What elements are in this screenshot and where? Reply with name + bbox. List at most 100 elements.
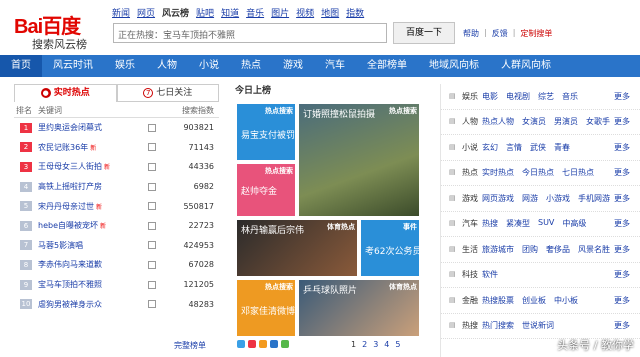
detail-icon[interactable] <box>148 300 156 309</box>
category-item-link[interactable]: 软件 <box>482 269 498 280</box>
nav-cars[interactable]: 汽车 <box>314 55 356 77</box>
more-link[interactable]: 更多 <box>614 91 634 102</box>
category-item-link[interactable]: 武侠 <box>530 142 546 153</box>
search-input[interactable]: 正在热搜：宝马车顶拍不雅照 <box>113 23 387 43</box>
category-item-link[interactable]: 电视剧 <box>506 91 530 102</box>
more-link[interactable]: 更多 <box>614 295 634 306</box>
category-item-link[interactable]: 青春 <box>554 142 570 153</box>
topnav-ranking[interactable]: 风云榜 <box>162 6 189 19</box>
category-label[interactable]: 热搜 <box>462 320 482 331</box>
table-row[interactable]: 9 宝马车顶拍不雅照 121205 <box>14 275 219 295</box>
category-label[interactable]: 热点 <box>462 167 482 178</box>
more-link[interactable]: 更多 <box>614 320 634 331</box>
detail-icon[interactable] <box>148 202 156 211</box>
category-item-link[interactable]: 女演员 <box>522 116 546 127</box>
topnav-news[interactable]: 新闻 <box>112 6 130 19</box>
keyword-link[interactable]: hebe自曝被宠坏新 <box>38 220 148 231</box>
nav-home[interactable]: 首页 <box>0 55 42 77</box>
card-1[interactable]: 热点搜索 易宝支付被罚 <box>237 104 295 160</box>
category-item-link[interactable]: 电影 <box>482 91 498 102</box>
category-item-link[interactable]: 团购 <box>522 244 538 255</box>
category-label[interactable]: 科技 <box>462 269 482 280</box>
category-item-link[interactable]: 网游 <box>522 193 538 204</box>
category-item-link[interactable]: 创业板 <box>522 295 546 306</box>
page-5[interactable]: 5 <box>395 340 400 349</box>
card-6[interactable]: 热点搜索 邓家佳清微博 <box>237 280 295 336</box>
category-label[interactable]: 人物 <box>462 116 482 127</box>
category-item-link[interactable]: 网页游戏 <box>482 193 514 204</box>
keyword-link[interactable]: 宋丹丹母亲过世新 <box>38 201 148 212</box>
card-4[interactable]: 体育热点 林丹输赢后宗伟 <box>237 220 357 276</box>
page-1[interactable]: 1 <box>351 340 356 349</box>
category-label[interactable]: 小说 <box>462 142 482 153</box>
detail-icon[interactable] <box>148 143 156 152</box>
card-3[interactable]: 热点搜索 赵帅夺金 <box>237 164 295 216</box>
category-label[interactable]: 娱乐 <box>462 91 482 102</box>
category-label[interactable]: 汽车 <box>462 218 482 229</box>
help-link[interactable]: 帮助 <box>463 28 479 39</box>
more-link[interactable]: 更多 <box>614 142 634 153</box>
category-item-link[interactable]: 中小板 <box>554 295 578 306</box>
category-item-link[interactable]: 热点人物 <box>482 116 514 127</box>
more-link[interactable]: 更多 <box>614 218 634 229</box>
topnav-index[interactable]: 指数 <box>346 6 364 19</box>
keyword-link[interactable]: 里约奥运会闭幕式 <box>38 122 148 133</box>
category-item-link[interactable]: 七日热点 <box>562 167 594 178</box>
detail-icon[interactable] <box>148 260 156 269</box>
weibo-icon[interactable] <box>248 340 256 348</box>
category-item-link[interactable]: 玄幻 <box>482 142 498 153</box>
category-item-link[interactable]: 综艺 <box>538 91 554 102</box>
category-item-link[interactable]: 旅游城市 <box>482 244 514 255</box>
topnav-image[interactable]: 图片 <box>271 6 289 19</box>
category-item-link[interactable]: 男演员 <box>554 116 578 127</box>
category-item-link[interactable]: 言情 <box>506 142 522 153</box>
nav-all-lists[interactable]: 全部榜单 <box>356 55 418 77</box>
douban-icon[interactable] <box>281 340 289 348</box>
page-3[interactable]: 3 <box>373 340 378 349</box>
table-row[interactable]: 7 马蓉5影演唱 424953 <box>14 236 219 256</box>
card-7[interactable]: 体育热点 乒乓球队照片 <box>299 280 419 336</box>
more-link[interactable]: 更多 <box>614 116 634 127</box>
page-2[interactable]: 2 <box>362 340 367 349</box>
nav-novel[interactable]: 小说 <box>188 55 230 77</box>
detail-icon[interactable] <box>148 123 156 132</box>
topnav-map[interactable]: 地图 <box>321 6 339 19</box>
topnav-music[interactable]: 音乐 <box>246 6 264 19</box>
nav-hot[interactable]: 热点 <box>230 55 272 77</box>
table-row[interactable]: 10 虐狗男被禅身示众 48283 <box>14 294 219 314</box>
search-button[interactable]: 百度一下 <box>393 22 455 44</box>
topnav-web[interactable]: 网页 <box>137 6 155 19</box>
category-item-link[interactable]: 今日热点 <box>522 167 554 178</box>
baidu-logo[interactable]: Bai百度 搜索风云榜 <box>14 8 114 52</box>
detail-icon[interactable] <box>148 182 156 191</box>
category-item-link[interactable]: SUV <box>538 218 554 229</box>
category-item-link[interactable]: 紧凑型 <box>506 218 530 229</box>
category-item-link[interactable]: 热搜 <box>482 218 498 229</box>
keyword-link[interactable]: 李赤伟向马来道歉 <box>38 259 148 270</box>
keyword-link[interactable]: 高铁上摇啦打产房 <box>38 181 148 192</box>
category-item-link[interactable]: 实时热点 <box>482 167 514 178</box>
category-item-link[interactable]: 风景名胜 <box>578 244 610 255</box>
category-item-link[interactable]: 音乐 <box>562 91 578 102</box>
category-label[interactable]: 游戏 <box>462 193 482 204</box>
tab-week[interactable]: 7 七日关注 <box>116 84 219 102</box>
page-4[interactable]: 4 <box>384 340 389 349</box>
table-row[interactable]: 2 农民记账36年新 71143 <box>14 138 219 158</box>
category-item-link[interactable]: 手机网游 <box>578 193 610 204</box>
card-5[interactable]: 事件 考62次公务员 <box>361 220 419 276</box>
table-row[interactable]: 6 hebe自曝被宠坏新 22723 <box>14 216 219 236</box>
category-item-link[interactable]: 中高级 <box>562 218 586 229</box>
tab-realtime[interactable]: ● 实时热点 <box>14 84 117 102</box>
keyword-link[interactable]: 马蓉5影演唱 <box>38 240 148 251</box>
category-label[interactable]: 生活 <box>462 244 482 255</box>
category-item-link[interactable]: 女歌手 <box>586 116 610 127</box>
table-row[interactable]: 4 高铁上摇啦打产房 6982 <box>14 177 219 197</box>
detail-icon[interactable] <box>148 280 156 289</box>
full-list-link[interactable]: 完整榜单 <box>174 340 206 351</box>
category-label[interactable]: 金融 <box>462 295 482 306</box>
renren-icon[interactable] <box>270 340 278 348</box>
card-2[interactable]: 热点搜索 订婚照撞松鼠拍摄 <box>299 104 419 216</box>
nav-region[interactable]: 地域风向标 <box>418 55 490 77</box>
keyword-link[interactable]: 农民记账36年新 <box>38 142 148 153</box>
table-row[interactable]: 3 王母母女三人街拍新 44336 <box>14 157 219 177</box>
